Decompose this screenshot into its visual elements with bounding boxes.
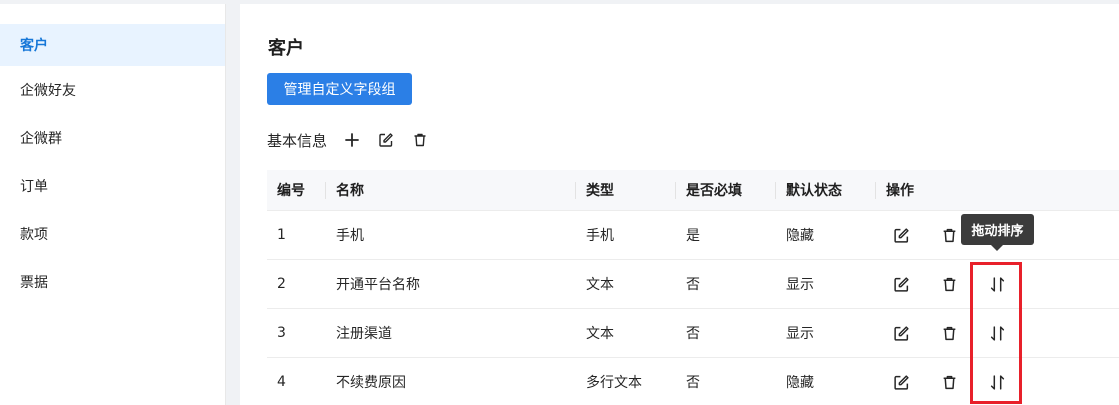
cell-type: 手机 [586,228,614,244]
header-type: 类型 [576,170,676,211]
sidebar-item-wecom-groups[interactable]: 企微群 [0,114,225,162]
trash-icon[interactable] [938,273,960,295]
plus-icon[interactable] [341,129,363,151]
cell-name: 注册渠道 [336,326,392,342]
manage-field-groups-button[interactable]: 管理自定义字段组 [267,73,412,105]
cell-required: 否 [686,326,700,342]
cell-status: 隐藏 [786,375,814,391]
sidebar-item-invoices[interactable]: 票据 [0,258,225,306]
header-id: 编号 [267,170,326,211]
page-title: 客户 [268,38,304,59]
table-header: 编号 名称 类型 是否必填 默认状态 操作 [267,170,1119,211]
cell-id: 1 [277,227,286,243]
trash-icon[interactable] [938,224,960,246]
header-default-status: 默认状态 [776,170,876,211]
edit-icon[interactable] [375,129,397,151]
highlight-box [970,262,1022,404]
sidebar-item-label: 票据 [20,275,48,291]
sidebar-item-label: 企微好友 [20,83,76,99]
sidebar-item-customer[interactable]: 客户 [0,24,225,66]
cell-name: 开通平台名称 [336,277,420,293]
cell-id: 4 [277,374,286,390]
header-required: 是否必填 [676,170,776,211]
sidebar-item-payments[interactable]: 款项 [0,210,225,258]
edit-icon[interactable] [890,371,912,393]
sidebar-item-orders[interactable]: 订单 [0,162,225,210]
edit-icon[interactable] [890,224,912,246]
sidebar-item-label: 款项 [20,227,48,243]
trash-icon[interactable] [938,371,960,393]
cell-status: 隐藏 [786,228,814,244]
sidebar-item-label: 订单 [20,179,48,195]
field-group-header: 基本信息 [267,126,443,154]
cell-required: 否 [686,277,700,293]
trash-icon[interactable] [409,129,431,151]
cell-required: 是 [686,228,700,244]
sidebar-item-wecom-friends[interactable]: 企微好友 [0,66,225,114]
cell-type: 多行文本 [586,375,642,391]
drag-sort-tooltip: 拖动排序 [961,214,1034,251]
edit-icon[interactable] [890,322,912,344]
sidebar: 客户 企微好友 企微群 订单 款项 票据 [0,4,226,405]
sidebar-item-label: 客户 [20,38,48,54]
main-panel: 客户 管理自定义字段组 基本信息 编号 名称 类型 是否必填 默认状态 操作 1… [240,4,1119,405]
edit-icon[interactable] [890,273,912,295]
cell-id: 2 [277,276,286,292]
cell-id: 3 [277,325,286,341]
header-actions: 操作 [886,183,914,199]
cell-name: 不续费原因 [336,375,406,391]
field-group-name: 基本信息 [267,131,328,150]
header-name: 名称 [326,170,576,211]
cell-type: 文本 [586,277,614,293]
cell-status: 显示 [786,326,814,342]
cell-type: 文本 [586,326,614,342]
cell-status: 显示 [786,277,814,293]
trash-icon[interactable] [938,322,960,344]
cell-name: 手机 [336,228,364,244]
sidebar-item-label: 企微群 [20,131,62,147]
cell-required: 否 [686,375,700,391]
